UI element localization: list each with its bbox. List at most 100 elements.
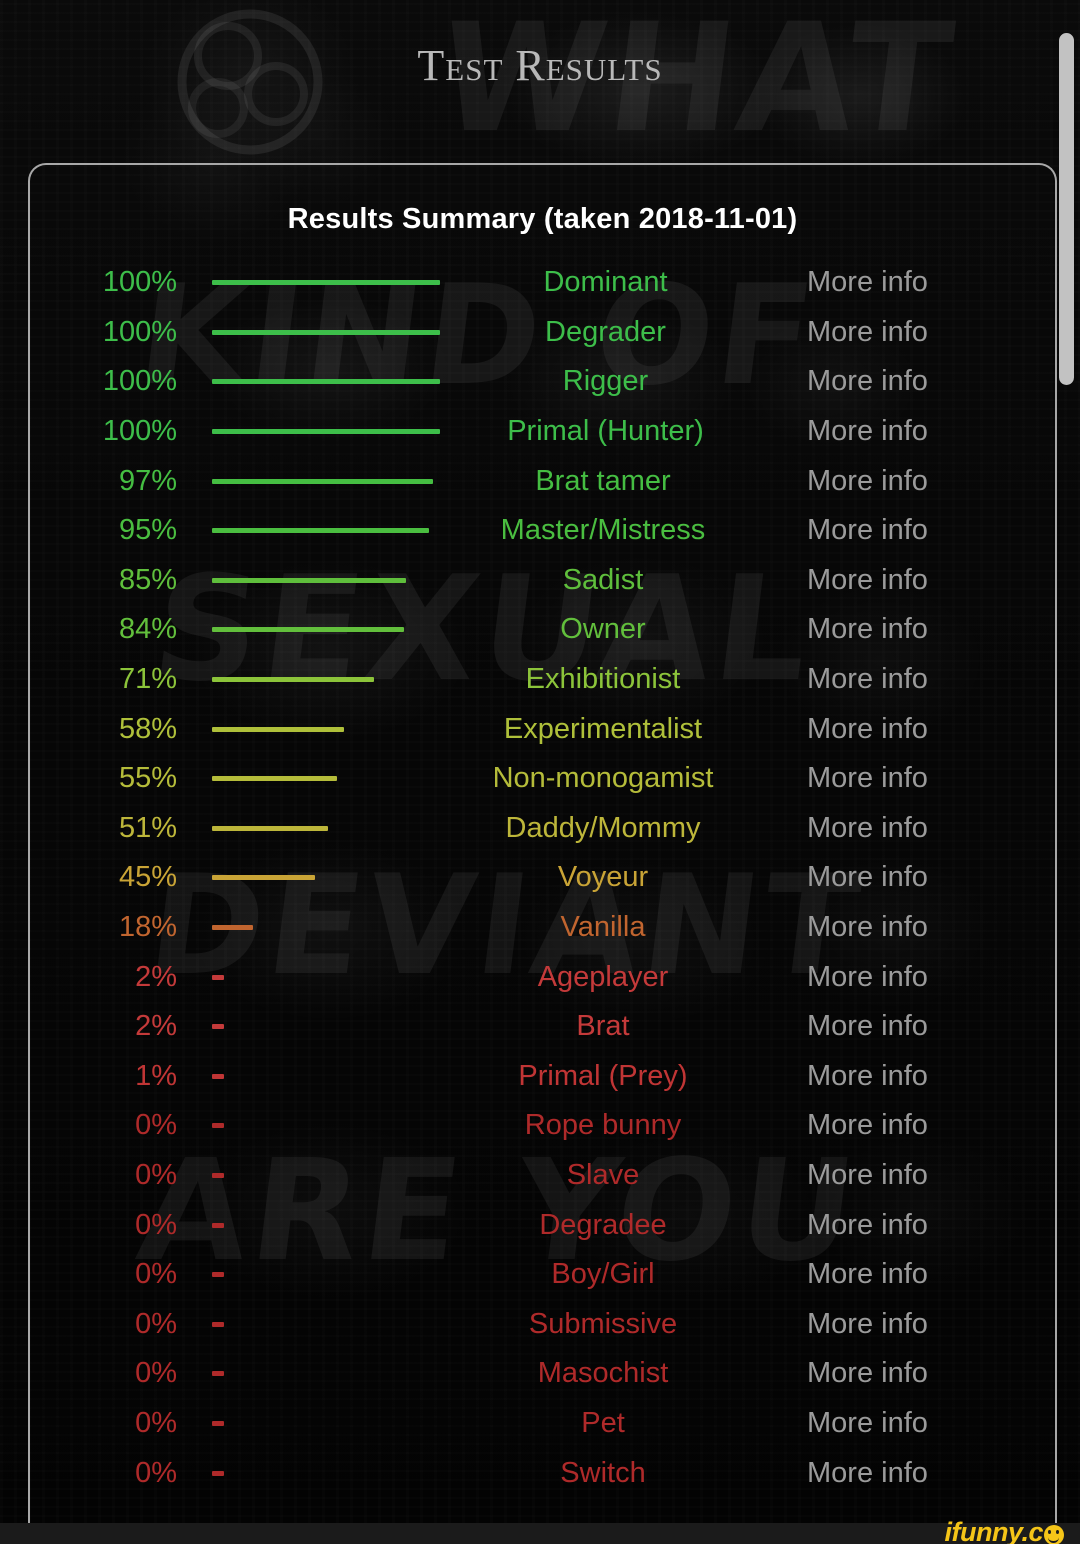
result-bar	[212, 875, 315, 881]
more-info-link[interactable]: More info	[785, 1258, 1055, 1291]
result-bar-cell	[185, 1222, 435, 1228]
result-bar-cell	[185, 627, 435, 633]
more-info-link[interactable]: More info	[785, 266, 1055, 299]
more-info-link[interactable]: More info	[785, 762, 1055, 795]
result-percent: 97%	[118, 464, 177, 497]
more-info-link[interactable]: More info	[785, 961, 1055, 994]
ifunny-watermark-text: ifunny.c	[944, 1517, 1043, 1544]
result-row: 58% Experimentalist More info	[30, 704, 1055, 754]
result-row: 0% Masochist More info	[30, 1349, 1055, 1399]
result-percent: 100%	[102, 266, 177, 299]
result-label: Pet	[581, 1406, 625, 1439]
result-percent: 71%	[118, 663, 177, 696]
more-info-link[interactable]: More info	[785, 1109, 1055, 1142]
more-info-link[interactable]: More info	[785, 1357, 1055, 1390]
more-info-link[interactable]: More info	[785, 663, 1055, 696]
result-label: Slave	[566, 1158, 640, 1191]
result-bar-cell	[185, 1272, 435, 1278]
more-info-link[interactable]: More info	[785, 713, 1055, 746]
result-bar	[212, 1272, 224, 1278]
result-percent: 84%	[118, 613, 177, 646]
result-bar	[212, 925, 253, 931]
result-label: Brat tamer	[535, 464, 671, 497]
more-info-link[interactable]: More info	[785, 812, 1055, 845]
result-bar-cell	[185, 1371, 435, 1377]
result-row: 0% Degradee More info	[30, 1200, 1055, 1250]
results-summary-title: Results Summary (taken 2018-11-01)	[287, 203, 798, 235]
result-label: Dominant	[543, 266, 668, 299]
result-row: 100% Degrader More info	[30, 308, 1055, 358]
result-percent: 51%	[118, 811, 177, 844]
result-label: Brat	[576, 1010, 630, 1043]
more-info-link[interactable]: More info	[785, 613, 1055, 646]
result-bar	[212, 1222, 224, 1228]
result-percent: 0%	[135, 1258, 177, 1291]
more-info-link[interactable]: More info	[785, 861, 1055, 894]
more-info-link[interactable]: More info	[785, 1407, 1055, 1440]
result-row: 84% Owner More info	[30, 605, 1055, 655]
result-bar-cell	[185, 478, 435, 484]
more-info-link[interactable]: More info	[785, 316, 1055, 349]
result-bar	[212, 825, 328, 831]
result-label: Owner	[560, 613, 646, 646]
result-row: 0% Pet More info	[30, 1399, 1055, 1449]
ifunny-watermark: ifunny.c	[944, 1517, 1064, 1544]
result-percent: 58%	[118, 712, 177, 745]
result-bar	[212, 577, 406, 583]
result-percent: 2%	[135, 1010, 177, 1043]
result-label: Masochist	[537, 1357, 669, 1390]
result-label: Primal (Hunter)	[507, 415, 704, 448]
result-row: 0% Switch More info	[30, 1448, 1055, 1498]
more-info-link[interactable]: More info	[785, 1308, 1055, 1341]
result-bar	[212, 329, 440, 335]
result-bar	[212, 776, 337, 782]
more-info-link[interactable]: More info	[785, 415, 1055, 448]
more-info-link[interactable]: More info	[785, 564, 1055, 597]
result-row: 97% Brat tamer More info	[30, 456, 1055, 506]
result-bar	[212, 1123, 224, 1129]
result-label: Boy/Girl	[551, 1258, 655, 1291]
result-label: Voyeur	[557, 861, 649, 894]
result-row: 2% Ageplayer More info	[30, 952, 1055, 1002]
more-info-link[interactable]: More info	[785, 1010, 1055, 1043]
more-info-link[interactable]: More info	[785, 1060, 1055, 1093]
page-title: Test Results	[417, 41, 663, 90]
result-bar	[212, 1321, 224, 1327]
result-bar	[212, 528, 429, 534]
result-bar-cell	[185, 1073, 435, 1079]
result-label: Sadist	[562, 563, 644, 596]
more-info-link[interactable]: More info	[785, 465, 1055, 498]
result-bar-cell	[185, 1172, 435, 1178]
result-bar-cell	[185, 528, 435, 534]
more-info-link[interactable]: More info	[785, 365, 1055, 398]
result-bar-cell	[185, 429, 440, 435]
more-info-link[interactable]: More info	[785, 1159, 1055, 1192]
results-list: 100% Dominant More info 100% Degrader More in…	[30, 258, 1055, 1498]
result-percent: 100%	[102, 365, 177, 398]
result-row: 95% Master/Mistress More info	[30, 506, 1055, 556]
result-row: 55% Non-monogamist More info	[30, 754, 1055, 804]
result-percent: 100%	[102, 315, 177, 348]
test-results-page: WHAT KIND OF SEXUAL DEVIANT ARE YOU Test…	[0, 0, 1080, 1544]
result-bar	[212, 1024, 224, 1030]
result-label: Primal (Prey)	[518, 1059, 688, 1092]
result-row: 85% Sadist More info	[30, 556, 1055, 606]
more-info-link[interactable]: More info	[785, 514, 1055, 547]
result-bar	[212, 478, 433, 484]
more-info-link[interactable]: More info	[785, 1457, 1055, 1490]
result-label: Degradee	[539, 1208, 667, 1241]
vertical-scrollbar-thumb[interactable]	[1059, 33, 1074, 385]
result-label: Exhibitionist	[525, 663, 681, 696]
result-label: Experimentalist	[503, 712, 703, 745]
result-percent: 0%	[135, 1307, 177, 1340]
result-bar-cell	[185, 1024, 435, 1030]
result-row: 0% Boy/Girl More info	[30, 1250, 1055, 1300]
result-label: Vanilla	[560, 911, 646, 944]
more-info-link[interactable]: More info	[785, 911, 1055, 944]
result-bar-cell	[185, 280, 440, 286]
more-info-link[interactable]: More info	[785, 1209, 1055, 1242]
result-row: 100% Primal (Hunter) More info	[30, 407, 1055, 457]
result-label: Daddy/Mommy	[505, 811, 701, 844]
result-bar	[212, 1073, 224, 1079]
result-percent: 95%	[118, 514, 177, 547]
